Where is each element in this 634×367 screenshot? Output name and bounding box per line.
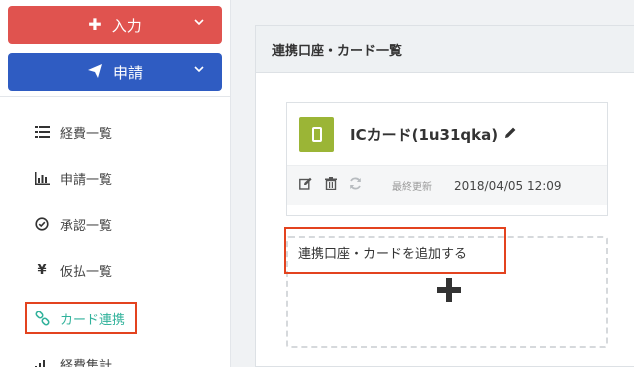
chevron-down-icon bbox=[194, 63, 204, 76]
last-updated-value: 2018/04/05 12:09 bbox=[454, 178, 562, 193]
sidebar-item-applications[interactable]: 申請一覧 bbox=[0, 163, 230, 193]
input-button-label: 入力 bbox=[111, 16, 142, 35]
card-footer: 最終更新 2018/04/05 12:09 bbox=[287, 165, 607, 205]
sidebar-divider bbox=[0, 96, 231, 97]
sidebar: ✚ 入力 申請 経費一覧 申請一覧 承認一覧 ¥ 仮払一覧 カード連携 経費集計 bbox=[0, 0, 231, 367]
sidebar-item-label: 経費一覧 bbox=[60, 126, 113, 142]
input-button[interactable]: ✚ 入力 bbox=[8, 6, 222, 44]
chevron-down-icon bbox=[194, 16, 204, 29]
highlight-add-account bbox=[284, 227, 506, 274]
sidebar-item-expenses[interactable]: 経費一覧 bbox=[0, 117, 230, 147]
linked-card: ICカード(1u31qka) 最終更新 2018/04/05 12:09 bbox=[286, 102, 608, 216]
refresh-icon[interactable] bbox=[349, 177, 362, 194]
paper-plane-icon bbox=[87, 63, 103, 82]
plus-icon bbox=[437, 278, 461, 302]
highlight-card-link bbox=[25, 302, 137, 334]
list-icon bbox=[30, 126, 54, 138]
linked-accounts-panel: 連携口座・カード一覧 ICカード(1u31qka) 最終更新 2018/04/0… bbox=[255, 25, 634, 367]
sidebar-item-label: 仮払一覧 bbox=[60, 264, 113, 280]
edit-name-icon[interactable] bbox=[504, 126, 517, 143]
panel-title: 連携口座・カード一覧 bbox=[256, 26, 634, 73]
sidebar-item-advances[interactable]: ¥ 仮払一覧 bbox=[0, 255, 230, 285]
apply-button[interactable]: 申請 bbox=[8, 53, 222, 91]
sidebar-item-approvals[interactable]: 承認一覧 bbox=[0, 209, 230, 239]
edit-icon[interactable] bbox=[299, 177, 313, 194]
apply-button-label: 申請 bbox=[112, 63, 143, 82]
card-name: ICカード(1u31qka) bbox=[350, 125, 499, 144]
yen-icon: ¥ bbox=[37, 262, 47, 278]
card-header: ICカード(1u31qka) bbox=[287, 103, 607, 165]
plus-icon: ✚ bbox=[88, 15, 102, 34]
bar-chart-icon bbox=[30, 171, 54, 185]
check-circle-icon bbox=[30, 217, 54, 231]
signal-icon bbox=[30, 358, 54, 367]
mobile-icon bbox=[311, 126, 322, 142]
trash-icon[interactable] bbox=[325, 177, 337, 194]
sidebar-item-label: 申請一覧 bbox=[60, 172, 113, 188]
sidebar-item-label: 経費集計 bbox=[60, 358, 113, 367]
sidebar-item-label: 承認一覧 bbox=[60, 218, 113, 234]
card-type-icon bbox=[299, 116, 334, 152]
sidebar-item-summary[interactable]: 経費集計 bbox=[0, 349, 230, 367]
last-updated-label: 最終更新 bbox=[392, 182, 432, 193]
